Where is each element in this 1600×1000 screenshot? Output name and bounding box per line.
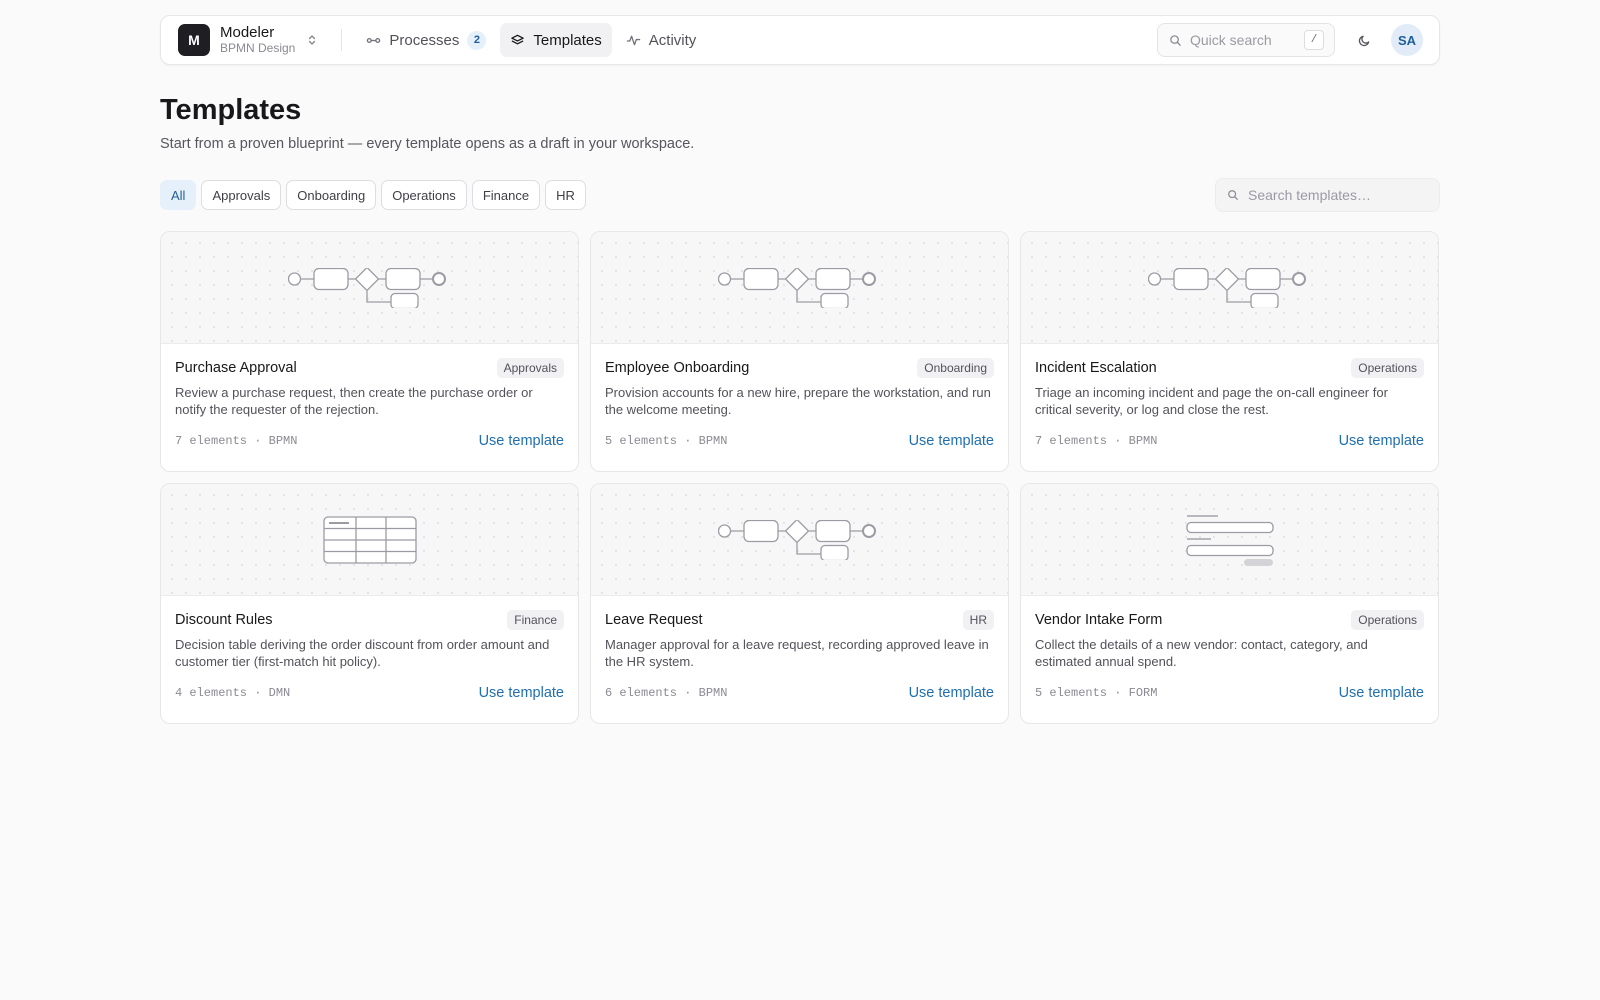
- nav-divider: [341, 29, 343, 51]
- template-title: Discount Rules: [175, 612, 273, 628]
- bpmn-diagram-icon: [1147, 267, 1306, 308]
- use-template-button[interactable]: Use template: [899, 429, 1004, 453]
- use-template-button[interactable]: Use template: [469, 681, 574, 705]
- template-search[interactable]: [1215, 178, 1440, 212]
- decision-table-icon: [322, 515, 417, 564]
- bpmn-preview: [591, 232, 1008, 344]
- template-title: Purchase Approval: [175, 360, 297, 376]
- nav-activity[interactable]: Activity: [616, 23, 707, 57]
- chevron-up-down-icon: [309, 35, 316, 45]
- page-title: Templates: [160, 94, 302, 126]
- template-description: Triage an incoming incident and page the…: [1035, 385, 1388, 417]
- form-layout-icon: [1185, 514, 1274, 566]
- template-description: Collect the details of a new vendor: con…: [1035, 637, 1368, 669]
- brand-logo: M: [178, 23, 210, 56]
- nav-templates-label: Templates: [533, 31, 602, 49]
- template-card-discount-rules[interactable]: Discount Rules Finance Decision table de…: [160, 483, 579, 724]
- bpmn-preview: [591, 484, 1008, 596]
- page-subtitle: Start from a proven blueprint — every te…: [160, 136, 695, 152]
- filter-operations[interactable]: Operations: [381, 180, 467, 210]
- moon-icon: [1358, 35, 1369, 46]
- use-template-button[interactable]: Use template: [899, 681, 1004, 705]
- brand-name: Modeler: [220, 23, 275, 41]
- template-description: Decision table deriving the order discou…: [175, 637, 550, 669]
- template-meta: 5 elements · FORM: [1035, 686, 1158, 700]
- template-meta: 5 elements · BPMN: [605, 434, 728, 448]
- template-title: Employee Onboarding: [605, 360, 750, 376]
- filter-onboarding[interactable]: Onboarding: [286, 180, 377, 210]
- template-card-incident-escalation[interactable]: Incident Escalation Operations Triage an…: [1020, 231, 1439, 472]
- template-card-vendor-intake-form[interactable]: Vendor Intake Form Operations Collect th…: [1020, 483, 1439, 724]
- quick-search-input[interactable]: [1190, 32, 1300, 48]
- nav-activity-label: Activity: [648, 31, 697, 49]
- template-meta: 7 elements · BPMN: [1035, 434, 1158, 448]
- bpmn-diagram-icon: [287, 267, 446, 308]
- top-navigation-bar: M Modeler BPMN Design Processes 2 Templa…: [160, 15, 1440, 65]
- layers-icon: [511, 34, 525, 44]
- template-description: Provision accounts for a new hire, prepa…: [605, 385, 991, 417]
- use-template-button[interactable]: Use template: [1329, 429, 1434, 453]
- form-preview: [1021, 484, 1438, 596]
- filter-hr[interactable]: HR: [545, 180, 586, 210]
- template-card-leave-request[interactable]: Leave Request HR Manager approval for a …: [590, 483, 1009, 724]
- workspace-switcher[interactable]: M Modeler BPMN Design: [178, 24, 319, 56]
- template-search-input[interactable]: [1248, 187, 1428, 203]
- use-template-button[interactable]: Use template: [469, 429, 574, 453]
- filter-all[interactable]: All: [160, 180, 197, 210]
- template-grid: Purchase Approval Approvals Review a pur…: [160, 231, 1440, 724]
- template-card-purchase-approval[interactable]: Purchase Approval Approvals Review a pur…: [160, 231, 579, 472]
- theme-toggle-button[interactable]: [1349, 25, 1379, 55]
- category-tag: Onboarding: [917, 358, 994, 378]
- brand-text: Modeler BPMN Design: [220, 24, 295, 56]
- filter-finance[interactable]: Finance: [471, 180, 541, 210]
- search-shortcut-key: /: [1304, 30, 1324, 50]
- category-tag: Operations: [1351, 610, 1424, 630]
- pulse-icon: [626, 35, 641, 45]
- template-title: Incident Escalation: [1035, 360, 1157, 376]
- template-meta: 4 elements · DMN: [175, 686, 291, 700]
- filter-approvals[interactable]: Approvals: [201, 180, 282, 210]
- template-description: Manager approval for a leave request, re…: [605, 637, 989, 669]
- template-description: Review a purchase request, then create t…: [175, 385, 533, 417]
- template-meta: 6 elements · BPMN: [605, 686, 728, 700]
- brand-subtitle: BPMN Design: [220, 41, 296, 56]
- dmn-preview: [161, 484, 578, 596]
- template-title: Vendor Intake Form: [1035, 612, 1163, 628]
- bpmn-preview: [1021, 232, 1438, 344]
- category-tag: Approvals: [496, 358, 564, 378]
- flow-icon: [367, 37, 381, 43]
- category-tag: HR: [962, 610, 994, 630]
- nav-processes[interactable]: Processes 2: [356, 23, 496, 57]
- use-template-button[interactable]: Use template: [1329, 681, 1434, 705]
- bpmn-diagram-icon: [717, 519, 876, 560]
- search-icon: [1170, 34, 1181, 46]
- user-avatar[interactable]: SA: [1391, 24, 1423, 56]
- category-tag: Finance: [507, 610, 564, 630]
- nav-processes-label: Processes: [389, 31, 460, 49]
- category-tag: Operations: [1351, 358, 1424, 378]
- processes-count-badge: 2: [467, 30, 487, 50]
- bpmn-preview: [161, 232, 578, 344]
- template-card-employee-onboarding[interactable]: Employee Onboarding Onboarding Provision…: [590, 231, 1009, 472]
- bpmn-diagram-icon: [717, 267, 876, 308]
- nav-templates[interactable]: Templates: [500, 23, 612, 57]
- template-title: Leave Request: [605, 612, 703, 628]
- search-icon: [1228, 190, 1238, 200]
- main-nav: Processes 2 Templates Activity: [356, 23, 706, 57]
- category-filters: All Approvals Onboarding Operations Fina…: [160, 180, 586, 210]
- template-meta: 7 elements · BPMN: [175, 434, 298, 448]
- quick-search[interactable]: /: [1157, 23, 1335, 57]
